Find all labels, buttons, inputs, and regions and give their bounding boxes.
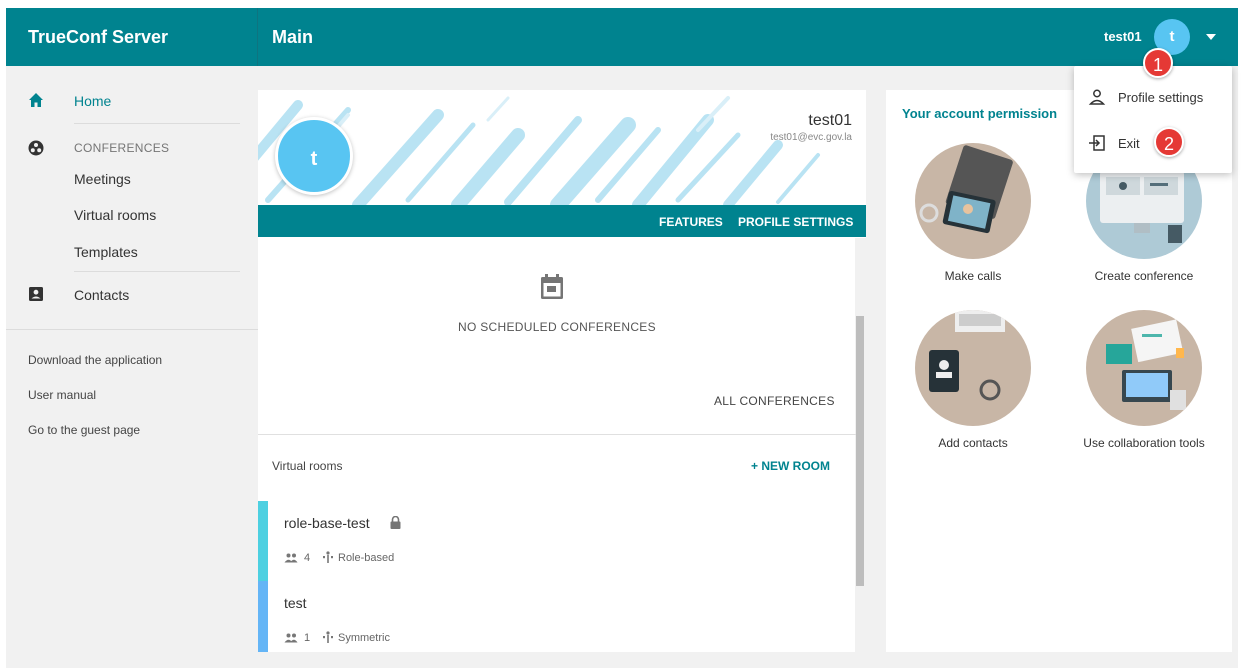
sidebar-divider bbox=[74, 123, 240, 124]
collaboration-tools-tile[interactable]: Use collaboration tools bbox=[1069, 310, 1219, 450]
person-icon bbox=[1088, 89, 1106, 105]
room-color-strip bbox=[258, 501, 268, 581]
room-participant-count: 1 bbox=[304, 632, 311, 644]
user-menu-chevron-icon[interactable] bbox=[1206, 34, 1216, 40]
profile-avatar[interactable]: t bbox=[275, 117, 353, 195]
menu-label-exit: Exit bbox=[1118, 136, 1140, 151]
profile-settings-tab[interactable]: PROFILE SETTINGS bbox=[738, 215, 853, 229]
all-conferences-link[interactable]: ALL CONFERENCES bbox=[714, 394, 835, 408]
room-type: Role-based bbox=[338, 552, 395, 564]
make-calls-illustration bbox=[915, 143, 1031, 259]
contacts-icon bbox=[29, 287, 43, 301]
scrollbar-thumb[interactable] bbox=[856, 316, 864, 586]
permissions-card: Your account permission Make calls Creat… bbox=[886, 90, 1232, 652]
sidebar-item-templates[interactable]: Templates bbox=[74, 244, 138, 260]
room-name: role-base-test bbox=[284, 515, 370, 531]
header-username[interactable]: test01 bbox=[1104, 29, 1142, 44]
scrollbar[interactable] bbox=[855, 238, 866, 652]
profile-email: test01@evc.gov.la bbox=[770, 132, 852, 143]
profile-banner: t test01 test01@evc.gov.la bbox=[258, 90, 866, 205]
profile-card: t test01 test01@evc.gov.la FEATURES PROF… bbox=[258, 90, 866, 652]
sidebar-item-virtual-rooms[interactable]: Virtual rooms bbox=[74, 207, 156, 223]
room-list-item[interactable]: role-base-test 4 Role-based bbox=[258, 501, 855, 581]
top-bar: TrueConf Server Main test01 t bbox=[6, 8, 1238, 66]
user-dropdown-menu: Profile settings Exit bbox=[1074, 66, 1232, 173]
virtual-rooms-heading: Virtual rooms bbox=[272, 459, 343, 473]
profile-action-bar: FEATURES PROFILE SETTINGS bbox=[258, 205, 866, 237]
guest-page-link[interactable]: Go to the guest page bbox=[28, 423, 140, 437]
sidebar-item-contacts[interactable]: Contacts bbox=[74, 287, 129, 303]
room-name: test bbox=[284, 595, 307, 611]
section-divider bbox=[258, 434, 856, 435]
lock-icon bbox=[390, 516, 401, 529]
page-title: Main bbox=[272, 27, 314, 47]
participants-icon bbox=[284, 633, 298, 643]
create-conference-label: Create conference bbox=[1094, 269, 1194, 283]
step-badge-1: 1 bbox=[1143, 48, 1173, 78]
features-tab[interactable]: FEATURES bbox=[659, 215, 723, 229]
conferences-icon bbox=[28, 140, 44, 156]
menu-item-profile-settings[interactable]: Profile settings bbox=[1074, 76, 1232, 116]
sidebar-item-meetings[interactable]: Meetings bbox=[74, 171, 131, 187]
user-manual-link[interactable]: User manual bbox=[28, 388, 96, 402]
conference-type-icon bbox=[323, 631, 333, 643]
new-room-button[interactable]: + NEW ROOM bbox=[751, 459, 830, 473]
home-icon bbox=[29, 93, 43, 107]
menu-item-exit[interactable]: Exit bbox=[1074, 122, 1232, 162]
add-contacts-tile[interactable]: Add contacts bbox=[898, 310, 1048, 450]
room-color-strip bbox=[258, 581, 268, 652]
download-app-link[interactable]: Download the application bbox=[28, 353, 162, 367]
header-divider bbox=[257, 8, 258, 66]
sidebar-divider bbox=[6, 329, 258, 330]
step-badge-2: 2 bbox=[1154, 127, 1184, 157]
sidebar-conferences-header: CONFERENCES bbox=[74, 141, 170, 155]
add-contacts-label: Add contacts bbox=[938, 436, 1008, 450]
room-participant-count: 4 bbox=[304, 552, 311, 564]
brand-title[interactable]: TrueConf Server bbox=[28, 27, 168, 48]
sidebar: Home CONFERENCES Meetings Virtual rooms … bbox=[6, 66, 258, 668]
exit-icon bbox=[1089, 135, 1105, 151]
room-type: Symmetric bbox=[338, 632, 390, 644]
sidebar-divider bbox=[74, 271, 240, 272]
participants-icon bbox=[284, 553, 298, 563]
add-contacts-illustration bbox=[915, 310, 1031, 426]
make-calls-tile[interactable]: Make calls bbox=[898, 143, 1048, 283]
make-calls-label: Make calls bbox=[944, 269, 1002, 283]
no-conferences-text: NO SCHEDULED CONFERENCES bbox=[458, 320, 656, 334]
room-list-item[interactable]: test 1 Symmetric bbox=[258, 581, 855, 652]
collaboration-tools-illustration bbox=[1086, 310, 1202, 426]
conference-type-icon bbox=[323, 551, 333, 563]
menu-label-profile-settings: Profile settings bbox=[1118, 90, 1204, 105]
sidebar-item-home[interactable]: Home bbox=[74, 93, 111, 109]
collaboration-tools-label: Use collaboration tools bbox=[1083, 436, 1205, 450]
profile-name: test01 bbox=[808, 112, 852, 129]
permissions-title: Your account permission bbox=[902, 106, 1058, 121]
calendar-icon bbox=[541, 274, 563, 299]
